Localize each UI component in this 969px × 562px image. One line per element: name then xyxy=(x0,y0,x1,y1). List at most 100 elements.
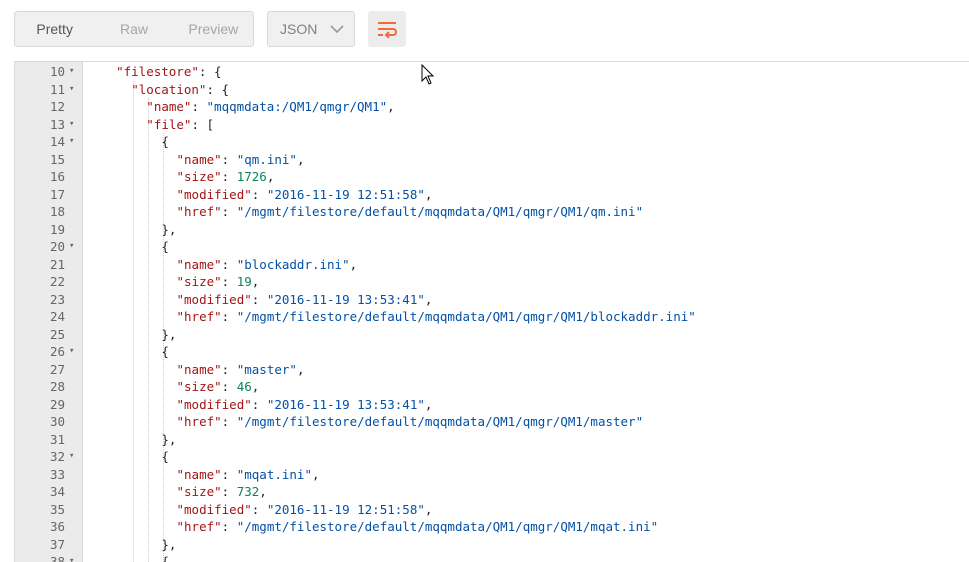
fold-toggle-icon[interactable]: ▾ xyxy=(69,81,77,99)
json-punct: : xyxy=(251,291,267,307)
view-mode-group: Pretty Raw Preview xyxy=(14,11,254,47)
line-number: 28 xyxy=(49,379,65,394)
code-line: "href": "/mgmt/filestore/default/mqqmdat… xyxy=(83,308,969,326)
line-number: 27 xyxy=(49,361,65,377)
wrap-lines-button[interactable] xyxy=(368,11,406,47)
json-punct: , xyxy=(251,274,260,289)
json-punct: , xyxy=(424,396,433,412)
code-line: { xyxy=(83,238,969,256)
json-key: "modified" xyxy=(176,291,252,307)
tab-preview[interactable]: Preview xyxy=(174,12,253,46)
json-string: "mqqmdata:/QM1/qmgr/QM1" xyxy=(206,99,388,114)
code-line: "file": [ xyxy=(83,116,969,134)
code-line: "modified": "2016-11-19 13:53:41", xyxy=(83,291,969,309)
json-punct: : xyxy=(221,274,237,289)
json-key: "location" xyxy=(131,81,207,97)
json-string: "2016-11-19 12:51:58" xyxy=(266,501,425,517)
code-line: "href": "/mgmt/filestore/default/mqqmdat… xyxy=(83,518,969,536)
json-punct: }, xyxy=(161,431,177,447)
json-key: "modified" xyxy=(176,501,252,517)
json-punct: { xyxy=(161,344,169,359)
line-number: 31 xyxy=(49,431,65,447)
json-string: "blockaddr.ini" xyxy=(236,256,350,272)
response-body-editor[interactable]: 10 ▾ 11 ▾ 12 13 ▾ 14 ▾ 15 16 17 18 19 20 ▾ 21 22 23 24 25 26 ▾… xyxy=(14,61,969,562)
json-key: "filestore" xyxy=(116,64,199,79)
json-key: "size" xyxy=(176,379,222,394)
code-line: "href": "/mgmt/filestore/default/mqqmdat… xyxy=(83,413,969,431)
format-select[interactable]: JSON xyxy=(267,11,355,47)
fold-toggle-icon[interactable]: ▾ xyxy=(69,343,77,361)
json-string: "2016-11-19 13:53:41" xyxy=(266,291,425,307)
code-line: "size": 46, xyxy=(83,378,969,396)
json-punct: : { xyxy=(198,64,222,79)
json-punct: : xyxy=(221,519,237,534)
json-punct: , xyxy=(311,466,320,482)
json-punct: , xyxy=(424,291,433,307)
line-number: 36 xyxy=(49,519,65,534)
fold-toggle-icon[interactable]: ▾ xyxy=(69,63,77,81)
code-line: }, xyxy=(83,326,969,344)
line-number: 33 xyxy=(49,466,65,482)
json-punct: : xyxy=(221,484,237,499)
code-area[interactable]: "filestore": {"location": {"name": "mqqm… xyxy=(83,62,969,562)
json-punct: }, xyxy=(161,221,177,237)
tab-pretty[interactable]: Pretty xyxy=(15,12,94,46)
json-punct: : xyxy=(221,204,237,219)
fold-toggle-icon[interactable]: ▾ xyxy=(69,448,77,466)
line-number: 12 xyxy=(49,99,65,114)
json-punct: : [ xyxy=(191,116,215,132)
json-punct: , xyxy=(266,169,275,184)
fold-toggle-icon[interactable]: ▾ xyxy=(69,133,77,151)
json-punct: : xyxy=(221,379,237,394)
json-punct: : xyxy=(221,414,237,429)
json-punct: , xyxy=(424,501,433,517)
code-line: "modified": "2016-11-19 12:51:58", xyxy=(83,501,969,519)
chevron-down-icon xyxy=(330,25,344,34)
json-punct: : xyxy=(221,151,237,167)
json-punct: , xyxy=(387,99,395,114)
json-number: 732 xyxy=(236,484,260,499)
json-string: "qm.ini" xyxy=(236,151,297,167)
json-string: "/mgmt/filestore/default/mqqmdata/QM1/qm… xyxy=(236,309,696,324)
json-key: "href" xyxy=(176,204,222,219)
json-punct: { xyxy=(161,134,169,149)
json-key: "href" xyxy=(176,414,222,429)
line-number: 11 xyxy=(49,81,65,97)
json-punct: : xyxy=(251,396,267,412)
json-punct: , xyxy=(296,151,305,167)
fold-toggle-icon[interactable]: ▾ xyxy=(69,116,77,134)
line-number: 25 xyxy=(49,326,65,342)
fold-toggle-icon[interactable]: ▾ xyxy=(69,553,77,562)
fold-toggle-icon[interactable]: ▾ xyxy=(69,238,77,256)
line-number: 35 xyxy=(49,501,65,517)
json-string: "mqat.ini" xyxy=(236,466,312,482)
json-key: "modified" xyxy=(176,186,252,202)
json-key: "size" xyxy=(176,484,222,499)
json-punct: : xyxy=(251,186,267,202)
code-line: "name": "blockaddr.ini", xyxy=(83,256,969,274)
code-line: { xyxy=(83,133,969,151)
line-number: 18 xyxy=(49,204,65,219)
json-key: "name" xyxy=(176,466,222,482)
line-number: 14 xyxy=(49,134,65,149)
code-line: }, xyxy=(83,221,969,239)
line-number: 29 xyxy=(49,396,65,412)
code-line: "size": 19, xyxy=(83,273,969,291)
line-number: 26 xyxy=(49,344,65,359)
code-line: "name": "mqqmdata:/QM1/qmgr/QM1", xyxy=(83,98,969,116)
json-punct: , xyxy=(251,379,260,394)
json-number: 46 xyxy=(236,379,252,394)
json-string: "/mgmt/filestore/default/mqqmdata/QM1/qm… xyxy=(236,204,644,219)
json-punct: : xyxy=(221,169,237,184)
json-key: "modified" xyxy=(176,396,252,412)
json-punct: : { xyxy=(206,81,230,97)
json-string: "2016-11-19 13:53:41" xyxy=(266,396,425,412)
json-punct: }, xyxy=(161,536,177,552)
code-line: "name": "mqat.ini", xyxy=(83,466,969,484)
json-key: "href" xyxy=(176,519,222,534)
line-number: 20 xyxy=(49,239,65,254)
code-line: "name": "master", xyxy=(83,361,969,379)
tab-raw[interactable]: Raw xyxy=(94,12,173,46)
line-number: 16 xyxy=(49,169,65,184)
json-punct: : xyxy=(221,256,237,272)
